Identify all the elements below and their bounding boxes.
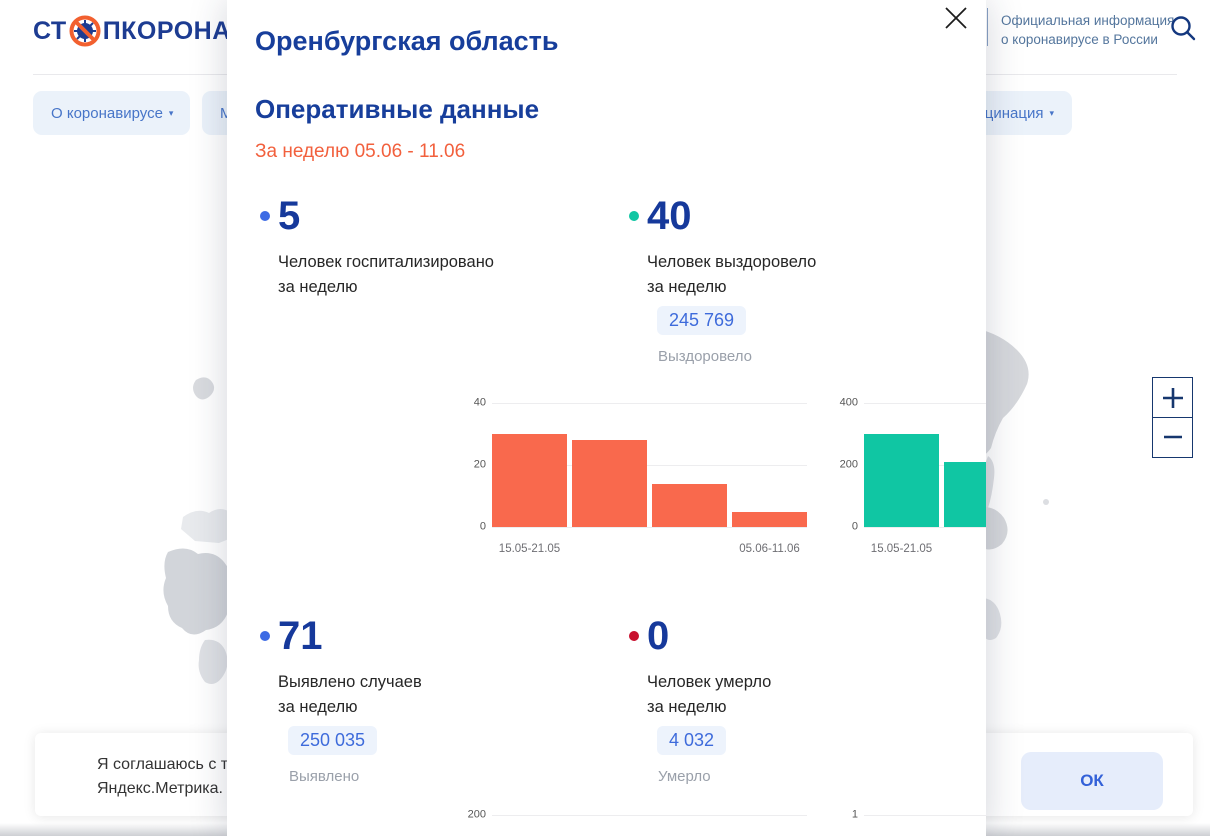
official-info: Официальная информация о коронавирусе в … — [1001, 11, 1174, 49]
bar — [652, 484, 727, 527]
chart-confirmed-partial: 200 — [460, 808, 810, 836]
stat-dot — [629, 631, 639, 641]
nav-item-label: цинация — [985, 105, 1044, 122]
nav-item-label: О коронавирусе — [51, 105, 163, 122]
stat-label: Выявлено случаев за неделю — [278, 670, 422, 719]
stat-label: Человек выздоровело за неделю — [647, 250, 816, 299]
search-icon — [1169, 14, 1197, 42]
bar — [864, 434, 939, 527]
chart-hospitalized: 40200 15.05-21.0505.06-11.06 — [460, 396, 810, 566]
stat-label-line1: Человек умерло — [647, 670, 771, 695]
stat-label-line2: за неделю — [278, 695, 422, 720]
stat-dot — [260, 211, 270, 221]
region-stats-modal: Оренбургская область Оперативные данные … — [227, 0, 986, 836]
region-title: Оренбургская область — [255, 26, 559, 57]
stat-value: 40 — [647, 196, 692, 236]
stat-label-line2: за неделю — [278, 275, 494, 300]
zoom-in-button[interactable] — [1152, 377, 1193, 418]
bar — [492, 434, 567, 527]
badge-caption: Умерло — [658, 768, 711, 785]
modal-subtitle: Оперативные данные — [255, 94, 539, 125]
plot-area — [492, 815, 807, 836]
stat-label: Человек госпитализировано за неделю — [278, 250, 494, 299]
cookie-ok-button[interactable]: ОК — [1021, 752, 1163, 810]
map-zoom-controls — [1152, 377, 1193, 458]
nav-item-about-coronavirus[interactable]: О коронавирусе ▾ — [33, 91, 190, 135]
official-info-line2: о коронавирусе в России — [1001, 30, 1174, 49]
stat-label-line1: Выявлено случаев — [278, 670, 422, 695]
y-tick-label: 200 — [468, 808, 486, 820]
total-badge: 245 769 — [657, 306, 746, 335]
gridline — [492, 527, 807, 528]
x-tick-label: 15.05-21.05 — [499, 534, 560, 555]
gridline — [492, 815, 807, 816]
y-tick-label: 400 — [840, 396, 858, 408]
stat-label-line1: Человек госпитализировано — [278, 250, 494, 275]
y-axis: 40200 — [460, 403, 486, 527]
bar — [572, 440, 647, 527]
plot-area: 15.05-21.0505.06-11.06 — [864, 403, 986, 527]
close-icon — [943, 5, 969, 31]
stat-value: 5 — [278, 196, 300, 236]
y-tick-label: 0 — [852, 520, 858, 532]
total-badge: 250 035 — [288, 726, 377, 755]
chevron-down-icon: ▾ — [169, 108, 174, 119]
gridline — [864, 815, 986, 816]
badge-caption: Выздоровело — [658, 348, 752, 365]
stat-label-line2: за неделю — [647, 275, 816, 300]
modal-close-button[interactable] — [941, 4, 971, 34]
plot-area — [864, 815, 986, 836]
stat-value: 0 — [647, 616, 669, 656]
period-label: За неделю 05.06 - 11.06 — [255, 141, 465, 163]
gridline — [864, 403, 986, 404]
plus-icon — [1161, 386, 1185, 410]
bar — [944, 462, 986, 527]
y-axis: 4002000 — [832, 403, 858, 527]
total-badge: 4 032 — [657, 726, 726, 755]
x-tick-label: 15.05-21.05 — [871, 534, 932, 555]
bar — [732, 512, 807, 528]
y-tick-label: 1 — [852, 808, 858, 820]
stat-label: Человек умерло за неделю — [647, 670, 771, 719]
y-tick-label: 20 — [474, 458, 486, 470]
x-tick-label: 05.06-11.06 — [739, 534, 800, 555]
chevron-down-icon: ▾ — [1049, 108, 1054, 119]
plot-area: 15.05-21.0505.06-11.06 — [492, 403, 807, 527]
stat-dot — [629, 211, 639, 221]
stat-value: 71 — [278, 616, 323, 656]
official-info-line1: Официальная информация — [1001, 11, 1174, 30]
zoom-out-button[interactable] — [1152, 417, 1193, 458]
minus-icon — [1161, 425, 1185, 449]
chart-deaths-partial: 1 — [832, 808, 986, 836]
stat-label-line2: за неделю — [647, 695, 771, 720]
search-button[interactable] — [1168, 14, 1198, 44]
y-axis: 200 — [460, 815, 486, 836]
stat-label-line1: Человек выздоровело — [647, 250, 816, 275]
gridline — [864, 527, 986, 528]
y-tick-label: 200 — [840, 458, 858, 470]
stat-dot — [260, 631, 270, 641]
chart-recovered: 4002000 15.05-21.0505.06-11.06 — [832, 396, 986, 566]
y-axis: 1 — [832, 815, 858, 836]
badge-caption: Выявлено — [289, 768, 359, 785]
virus-icon — [68, 14, 102, 48]
y-tick-label: 0 — [480, 520, 486, 532]
header-divider — [987, 8, 988, 46]
logo-text-prefix: СТ — [33, 17, 67, 46]
gridline — [492, 403, 807, 404]
y-tick-label: 40 — [474, 396, 486, 408]
